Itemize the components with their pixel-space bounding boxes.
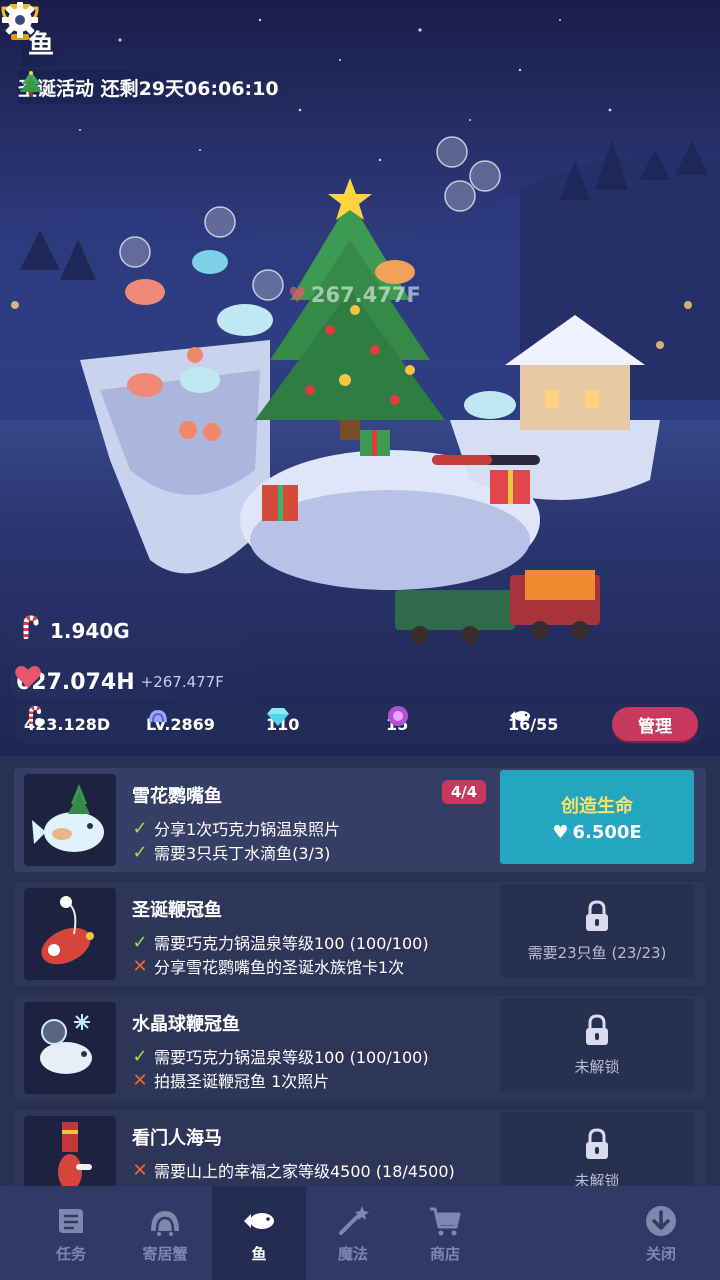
requirement-item: ✓ 需要3只兵丁水滴鱼(3/3)	[130, 840, 330, 864]
requirement-item: ✕ 分享雪花鹦嘴鱼的圣诞水族馆卡1次	[130, 954, 404, 978]
fish-card-snowflake-parrotfish[interactable]: 雪花鹦嘴鱼 4/4 ✓ 分享1次巧克力锅温泉照片 ✓ 需要3只兵丁水滴鱼(3/3…	[14, 768, 706, 872]
gold-value: 1.940G	[50, 619, 130, 643]
fish-name: 雪花鹦嘴鱼	[132, 786, 222, 807]
diamond-icon	[267, 708, 289, 726]
lock-icon	[586, 1127, 608, 1159]
requirement-item: ✕ 需要山上的幸福之家等级4500 (18/4500)	[130, 1158, 455, 1182]
christmas-whipfish-image	[41, 896, 94, 965]
requirement-item: ✕ 拍摄圣诞鞭冠鱼 1次照片	[130, 1068, 329, 1092]
heart-icon: ♥	[288, 283, 307, 307]
create-life-label: 创造生命	[561, 795, 633, 817]
christmas-event-timer[interactable]: 圣诞活动 还剩29天06:06:10	[18, 70, 295, 104]
requirement-text: 需要山上的幸福之家等级4500 (18/4500)	[154, 1162, 455, 1181]
fish-name: 圣诞鞭冠鱼	[132, 900, 222, 921]
gold-counter[interactable]: 1.940G	[10, 615, 250, 647]
heart-icon	[15, 666, 41, 688]
bottom-navigation: 任务 寄居蟹 鱼 魔法 商店 关闭	[0, 1186, 720, 1280]
nav-tab-fish[interactable]: 鱼	[212, 1186, 306, 1280]
candy-counter[interactable]: 423.128D	[24, 704, 110, 744]
requirement-text: 需要巧克力锅温泉等级100 (100/100)	[154, 1048, 429, 1067]
lock-icon	[586, 1013, 608, 1045]
gem-counter[interactable]: 110	[266, 704, 299, 744]
requirement-text: 需要3只兵丁水滴鱼(3/3)	[154, 844, 331, 863]
heart-icon: ♥	[552, 821, 569, 843]
locked-status: 需要23只鱼 (23/23)	[500, 884, 694, 978]
love-rate: +267.477F	[140, 673, 224, 691]
christmas-tree-icon	[20, 71, 42, 97]
fish-name: 水晶球鞭冠鱼	[132, 1014, 240, 1035]
lock-icon	[586, 899, 608, 931]
cross-icon: ✕	[132, 955, 148, 977]
purple-orb-icon	[388, 706, 408, 726]
magic-wand-icon	[339, 1205, 369, 1235]
nav-tab-magic[interactable]: 魔法	[306, 1186, 400, 1280]
requirement-item: ✓ 需要巧克力锅温泉等级100 (100/100)	[130, 1044, 429, 1068]
fish-list-panel[interactable]: 雪花鹦嘴鱼 4/4 ✓ 分享1次巧克力锅温泉照片 ✓ 需要3只兵丁水滴鱼(3/3…	[0, 756, 720, 1186]
cart-icon	[430, 1207, 461, 1235]
nav-label: 任务	[55, 1244, 86, 1263]
requirement-text: 需要巧克力锅温泉等级100 (100/100)	[154, 934, 429, 953]
nav-close-button[interactable]: 关闭	[614, 1186, 708, 1280]
aquarium-scene[interactable]: 鱼 圣诞活动 还剩29天06:06:10 ♥ 267.477F 1.940G 6…	[0, 0, 720, 760]
cross-icon: ✕	[132, 1069, 148, 1091]
nav-label: 魔法	[337, 1244, 368, 1263]
nav-label: 寄居蟹	[142, 1244, 188, 1263]
candy-cane-icon	[23, 615, 39, 639]
resource-bar: 423.128D LV.2869 110 15	[14, 704, 706, 744]
fish-card-crystal-ball-whipfish[interactable]: 水晶球鞭冠鱼 ✓ 需要巧克力锅温泉等级100 (100/100) ✕ 拍摄圣诞鞭…	[14, 996, 706, 1100]
fish-thumbnail	[24, 1002, 116, 1094]
manage-button[interactable]: 管理	[612, 707, 698, 741]
lock-text: 需要23只鱼 (23/23)	[527, 943, 667, 962]
requirement-item: ✓ 分享1次巧克力锅温泉照片	[130, 816, 340, 840]
hermit-crab-icon	[151, 1210, 179, 1236]
candy-hand-icon	[29, 705, 43, 726]
love-counter: 627.074H +267.477F	[10, 664, 270, 700]
check-icon: ✓	[132, 817, 148, 839]
level-counter[interactable]: LV.2869	[146, 704, 215, 744]
requirement-text: 分享雪花鹦嘴鱼的圣诞水族馆卡1次	[154, 958, 405, 977]
fish-card-doorman-seahorse[interactable]: 看门人海马 ✕ 需要山上的幸福之家等级4500 (18/4500) 未解锁	[14, 1110, 706, 1186]
requirement-text: 拍摄圣诞鞭冠鱼 1次照片	[154, 1072, 330, 1091]
hermit-crab-level-icon	[149, 710, 167, 723]
floating-love-indicator: ♥ 267.477F	[288, 283, 421, 307]
cross-icon: ✕	[132, 1159, 148, 1181]
nav-tab-hermit-crab[interactable]: 寄居蟹	[118, 1186, 212, 1280]
nav-label: 鱼	[251, 1244, 267, 1263]
fish-count-icon	[510, 711, 530, 721]
fish-thumbnail	[24, 888, 116, 980]
locked-status: 未解锁	[500, 1112, 694, 1186]
fish-thumbnail	[24, 774, 116, 866]
doorman-seahorse-image	[58, 1122, 92, 1186]
check-icon: ✓	[132, 931, 148, 953]
nav-label: 关闭	[645, 1244, 676, 1263]
requirement-item: ✓ 需要巧克力锅温泉等级100 (100/100)	[130, 930, 429, 954]
nav-tab-shop[interactable]: 商店	[398, 1186, 492, 1280]
fish-name: 看门人海马	[132, 1128, 222, 1149]
nav-label: 商店	[429, 1244, 460, 1263]
unlock-count-badge: 4/4	[442, 780, 486, 804]
cost-value: 6.500E	[572, 821, 642, 843]
create-life-cost: ♥ 6.500E	[552, 822, 641, 843]
crystal-ball-whipfish-image	[40, 1014, 92, 1074]
fish-icon	[244, 1212, 274, 1229]
lock-text: 未解锁	[574, 1057, 620, 1076]
event-label: 圣诞活动 还剩29天06:06:10	[18, 77, 279, 100]
floating-love-value: 267.477F	[310, 283, 421, 307]
lock-text: 未解锁	[574, 1171, 620, 1187]
check-icon: ✓	[132, 841, 148, 863]
snowflake-parrotfish-image	[32, 784, 104, 852]
create-life-button[interactable]: 创造生命 ♥ 6.500E	[500, 770, 694, 864]
requirement-text: 分享1次巧克力锅温泉照片	[154, 820, 341, 839]
fish-card-christmas-whipfish[interactable]: 圣诞鞭冠鱼 ✓ 需要巧克力锅温泉等级100 (100/100) ✕ 分享雪花鹦嘴…	[14, 882, 706, 986]
collapse-icon	[646, 1205, 676, 1236]
orb-counter[interactable]: 15	[386, 704, 408, 744]
nav-tab-quests[interactable]: 任务	[24, 1186, 118, 1280]
settings-gear-icon[interactable]	[0, 0, 40, 40]
fish-counter[interactable]: 16/55	[508, 704, 558, 744]
locked-status: 未解锁	[500, 998, 694, 1092]
quest-icon	[59, 1208, 83, 1233]
check-icon: ✓	[132, 1045, 148, 1067]
fish-thumbnail	[24, 1116, 116, 1186]
